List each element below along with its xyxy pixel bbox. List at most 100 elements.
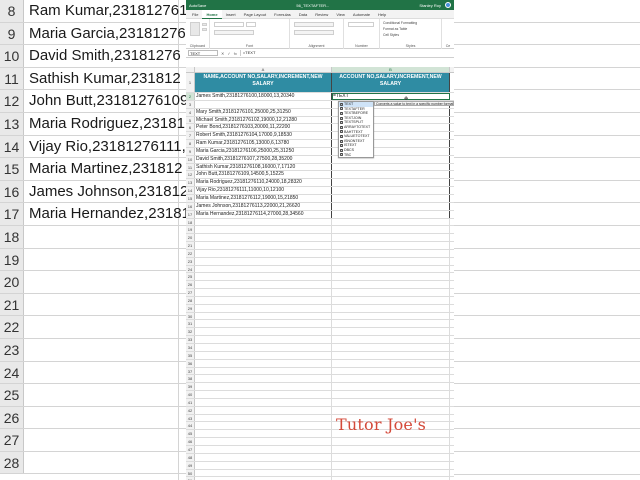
- row-header[interactable]: 40: [186, 391, 195, 398]
- row-header[interactable]: 8: [186, 140, 195, 147]
- font-format-buttons[interactable]: [214, 30, 254, 35]
- cell-a[interactable]: Maria Rodriguez,23181276110,24000,18,283…: [195, 179, 332, 187]
- avatar[interactable]: [445, 2, 451, 8]
- tab-help[interactable]: Help: [374, 10, 390, 19]
- cell-a[interactable]: [195, 242, 332, 249]
- cell-a[interactable]: [195, 234, 332, 242]
- fx-icon[interactable]: fx: [234, 51, 237, 56]
- row-header[interactable]: 43: [186, 414, 195, 422]
- cell-a[interactable]: [195, 430, 332, 438]
- row-header[interactable]: 26: [186, 281, 195, 289]
- select-all-corner[interactable]: [186, 67, 195, 72]
- row-header[interactable]: 36: [186, 359, 195, 367]
- alignment-buttons[interactable]: [294, 22, 334, 27]
- row-header[interactable]: 10: [186, 155, 195, 163]
- cell-b[interactable]: [332, 351, 450, 359]
- cell-b[interactable]: [332, 210, 450, 218]
- cell-styles-button[interactable]: Cell Styles: [383, 33, 399, 37]
- autosave-label[interactable]: AutoSave: [189, 3, 206, 8]
- tab-page-layout[interactable]: Page Layout: [240, 10, 270, 19]
- cell-a[interactable]: James Smith,23181276100,18000,13,20340: [195, 93, 332, 100]
- cell-a[interactable]: [195, 383, 332, 391]
- paste-icon[interactable]: [190, 22, 200, 36]
- row-header[interactable]: 14: [186, 187, 195, 194]
- row-header[interactable]: 2: [186, 93, 195, 100]
- cell-b[interactable]: [332, 328, 450, 336]
- cut-icon[interactable]: [202, 23, 207, 26]
- cell-b[interactable]: [332, 445, 450, 453]
- cell-b[interactable]: [332, 461, 450, 469]
- row-header[interactable]: 23: [186, 257, 195, 265]
- cell-b[interactable]: [332, 249, 450, 257]
- font-size-select[interactable]: [246, 22, 256, 27]
- cell-b[interactable]: [332, 163, 450, 171]
- cell-a[interactable]: [195, 344, 332, 351]
- cell-b[interactable]: [332, 273, 450, 281]
- cell-a[interactable]: [195, 359, 332, 367]
- cell-b[interactable]: [332, 320, 450, 328]
- row-header[interactable]: 28: [186, 296, 195, 304]
- cell-b[interactable]: [332, 289, 450, 296]
- font-name-select[interactable]: [214, 22, 244, 27]
- cell-a[interactable]: Robert Smith,23181276104,17000,9,18530: [195, 132, 332, 140]
- formula-input[interactable]: =TEXT: [239, 50, 454, 56]
- cell-b[interactable]: [332, 257, 450, 265]
- cell-b[interactable]: [332, 281, 450, 289]
- row-header[interactable]: 39: [186, 383, 195, 391]
- tab-view[interactable]: View: [332, 10, 349, 19]
- cell-a[interactable]: [195, 265, 332, 273]
- row-header[interactable]: 21: [186, 242, 195, 249]
- cell-a[interactable]: Peter Bond,23181276103,20000,11,22200: [195, 124, 332, 132]
- cell-a[interactable]: [195, 414, 332, 422]
- column-header-b[interactable]: B: [332, 67, 450, 72]
- cell-b[interactable]: [332, 242, 450, 249]
- row-header[interactable]: 48: [186, 453, 195, 461]
- cell-b[interactable]: [332, 406, 450, 414]
- enter-icon[interactable]: ✓: [227, 51, 230, 56]
- cell-a[interactable]: [195, 328, 332, 336]
- user-name[interactable]: Stanley Roy: [419, 3, 441, 8]
- row-header[interactable]: 6: [186, 124, 195, 132]
- row-header[interactable]: 3: [186, 100, 195, 108]
- cell-b[interactable]: [332, 312, 450, 320]
- row-header[interactable]: 27: [186, 289, 195, 296]
- cell-a[interactable]: [195, 398, 332, 406]
- cell-a[interactable]: [195, 296, 332, 304]
- cell-a[interactable]: [195, 391, 332, 398]
- cell-a[interactable]: Michael Smith,23181276102,19000,12,21280: [195, 116, 332, 124]
- cell-b[interactable]: [332, 398, 450, 406]
- column-header-a[interactable]: A: [195, 67, 332, 72]
- cell-b[interactable]: [332, 359, 450, 367]
- cell-a[interactable]: [195, 438, 332, 445]
- cell-b[interactable]: [332, 179, 450, 187]
- row-header[interactable]: 13: [186, 179, 195, 187]
- cell-a[interactable]: [195, 281, 332, 289]
- row-header[interactable]: 34: [186, 344, 195, 351]
- cell-a[interactable]: [195, 375, 332, 383]
- row-header[interactable]: 1: [186, 73, 195, 92]
- row-header[interactable]: 19: [186, 226, 195, 234]
- cell-a[interactable]: [195, 422, 332, 430]
- cell-b[interactable]: [332, 391, 450, 398]
- cell-b[interactable]: [332, 438, 450, 445]
- cell-a[interactable]: Vijay Rio,23181276111,11000,10,12100: [195, 187, 332, 194]
- cell-b[interactable]: [332, 453, 450, 461]
- tab-automate[interactable]: Automate: [349, 10, 374, 19]
- row-header[interactable]: 18: [186, 218, 195, 226]
- row-header[interactable]: 31: [186, 320, 195, 328]
- cell-b[interactable]: [332, 296, 450, 304]
- row-header[interactable]: 12: [186, 171, 195, 179]
- row-header[interactable]: 16: [186, 202, 195, 210]
- row-header[interactable]: 7: [186, 132, 195, 140]
- cell-a[interactable]: [195, 100, 332, 108]
- row-header[interactable]: 47: [186, 445, 195, 453]
- row-header[interactable]: 22: [186, 249, 195, 257]
- row-header[interactable]: 44: [186, 422, 195, 430]
- cell-b[interactable]: [332, 194, 450, 202]
- cell-a[interactable]: James Johnson,23181276113,22000,21,26620: [195, 202, 332, 210]
- cell-a[interactable]: Maria Garcia,23181276106,25000,25,31250: [195, 147, 332, 155]
- cell-b[interactable]: [332, 344, 450, 351]
- row-header[interactable]: 38: [186, 375, 195, 383]
- cell-a[interactable]: [195, 461, 332, 469]
- cell-a[interactable]: [195, 226, 332, 234]
